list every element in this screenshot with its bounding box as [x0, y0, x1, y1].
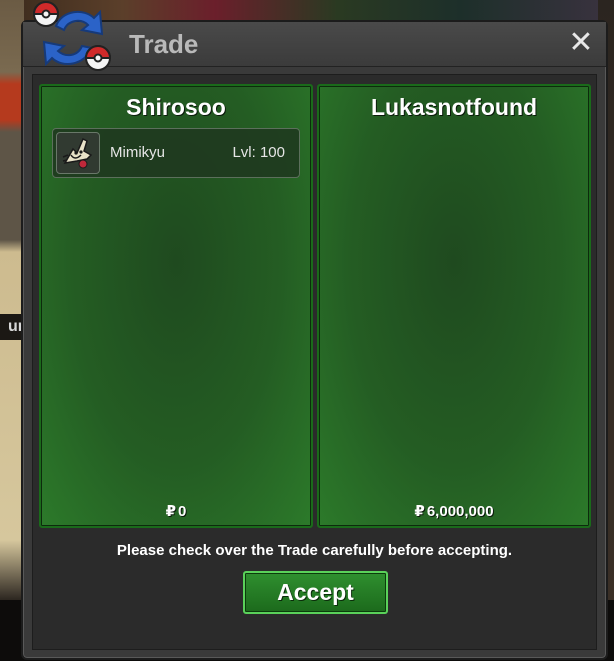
- pokedollar-icon: ₽: [414, 503, 425, 520]
- right-trader-money: ₽6,000,000: [319, 502, 589, 520]
- window-title: Trade: [129, 29, 199, 59]
- right-money-amount: 6,000,000: [426, 503, 494, 520]
- right-trader-name: Lukasnotfound: [370, 94, 538, 120]
- item-name: Mimikyu: [110, 144, 165, 161]
- trade-window: Trade ✕ Shirosoo Mimikyu Lvl: 100 ₽ 0 Lu…: [21, 20, 608, 660]
- left-trader-money: ₽0: [41, 502, 311, 520]
- trade-notice: Please check over the Trade carefully be…: [116, 542, 513, 559]
- item-level: Lvl: 100: [232, 144, 285, 161]
- left-money-amount: 0: [178, 503, 187, 520]
- mimikyu-sprite-icon: [56, 132, 100, 174]
- left-trader-panel: Shirosoo Mimikyu Lvl: 100 ₽0: [39, 84, 313, 528]
- accept-button[interactable]: Accept: [243, 571, 388, 614]
- offered-item-row[interactable]: Mimikyu Lvl: 100: [52, 128, 300, 178]
- trade-content: Shirosoo Mimikyu Lvl: 100 ₽0 Lukasnotfou…: [32, 74, 597, 650]
- pokeball-trade-arrows-icon: [32, 1, 112, 71]
- pokedollar-icon: ₽: [165, 503, 177, 520]
- right-trader-panel: Lukasnotfound ₽6,000,000: [317, 84, 591, 528]
- left-trader-name: Shirosoo: [126, 94, 226, 120]
- close-icon[interactable]: ✕: [566, 28, 596, 58]
